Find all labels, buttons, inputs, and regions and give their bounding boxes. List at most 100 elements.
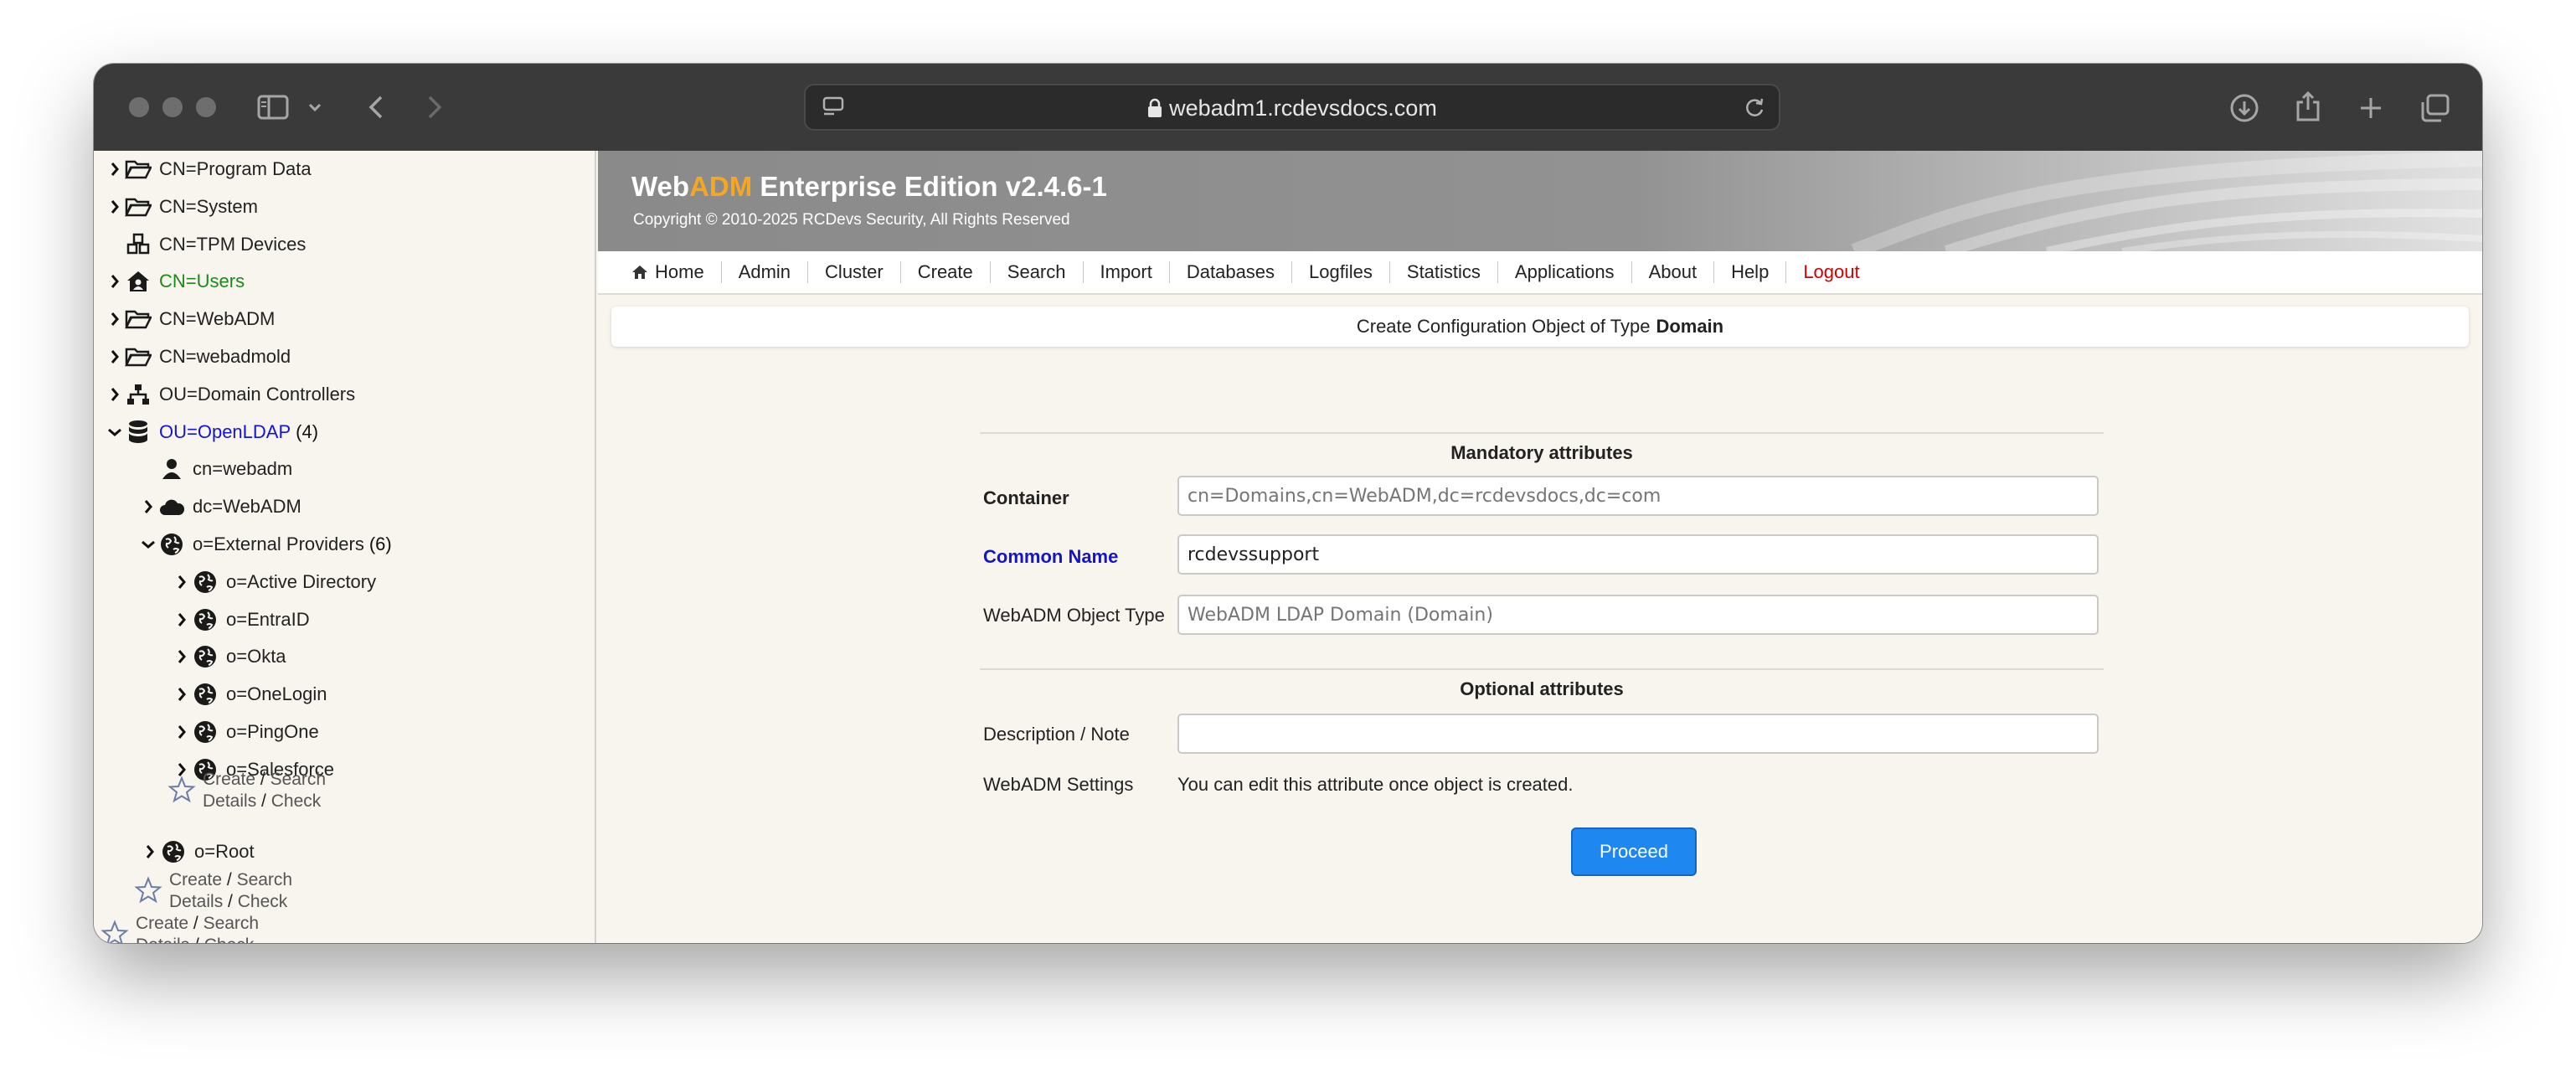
container-input[interactable] bbox=[1177, 476, 2099, 516]
tree-item[interactable]: o=EntraID bbox=[173, 601, 310, 638]
chevron-right-icon[interactable] bbox=[139, 499, 157, 514]
search-link[interactable]: Search bbox=[270, 770, 327, 789]
tree-item-label[interactable]: o=OneLogin bbox=[226, 683, 327, 705]
tree-item[interactable]: CN=Users bbox=[106, 263, 245, 300]
chevron-right-icon[interactable] bbox=[173, 649, 191, 664]
menu-cluster[interactable]: Cluster bbox=[808, 261, 901, 283]
menu-about[interactable]: About bbox=[1632, 261, 1715, 283]
tree-item[interactable]: CN=WebADM bbox=[106, 301, 275, 338]
details-link[interactable]: Details bbox=[136, 936, 189, 943]
tree-item[interactable]: o=OneLogin bbox=[173, 676, 327, 713]
search-link[interactable]: Search bbox=[237, 870, 293, 889]
tree-item-label[interactable]: o=EntraID bbox=[226, 609, 310, 631]
chevron-right-icon[interactable] bbox=[106, 349, 124, 364]
menu-applications[interactable]: Applications bbox=[1498, 261, 1632, 283]
create-link[interactable]: Create bbox=[203, 770, 255, 789]
search-link[interactable]: Search bbox=[204, 914, 260, 933]
tree-item[interactable]: o=Active Directory bbox=[173, 564, 376, 601]
menu-home[interactable]: Home bbox=[615, 261, 722, 283]
menu-logfiles[interactable]: Logfiles bbox=[1292, 261, 1390, 283]
chevron-right-icon[interactable] bbox=[106, 387, 124, 402]
tree-item[interactable]: CN=Program Data bbox=[106, 151, 312, 188]
menu-statistics[interactable]: Statistics bbox=[1390, 261, 1498, 283]
menu-logout[interactable]: Logout bbox=[1786, 261, 1876, 283]
zoom-window-icon[interactable] bbox=[196, 97, 216, 117]
chevron-right-icon[interactable] bbox=[173, 724, 191, 740]
menu-search[interactable]: Search bbox=[991, 261, 1084, 283]
tree-item-label[interactable]: CN=Users bbox=[159, 271, 245, 292]
create-link[interactable]: Create bbox=[136, 914, 188, 933]
tab-overview-icon[interactable] bbox=[2419, 92, 2452, 124]
menu-admin[interactable]: Admin bbox=[722, 261, 809, 283]
tree-item-label[interactable]: OU=Domain Controllers bbox=[159, 384, 355, 405]
tree-item[interactable]: CN=webadmold bbox=[106, 338, 291, 375]
share-icon[interactable] bbox=[2291, 89, 2325, 124]
back-icon[interactable] bbox=[363, 92, 389, 122]
chevron-right-icon[interactable] bbox=[141, 844, 159, 859]
tree-item[interactable]: CN=System bbox=[106, 188, 258, 225]
tree-item[interactable]: o=External Providers (6) bbox=[139, 526, 392, 563]
menu-import[interactable]: Import bbox=[1084, 261, 1170, 283]
menu-create[interactable]: Create bbox=[901, 261, 991, 283]
tree-item[interactable]: OU=Domain Controllers bbox=[106, 376, 355, 413]
address-bar[interactable]: webadm1.rcdevsdocs.com bbox=[804, 84, 1780, 131]
browser-window: webadm1.rcdevsdocs.com CN=Program Data CN… bbox=[94, 64, 2482, 943]
chevron-right-icon[interactable] bbox=[106, 199, 124, 214]
common-name-input[interactable] bbox=[1177, 534, 2099, 575]
tree-item-label[interactable]: cn=webadm bbox=[193, 458, 292, 480]
proceed-button[interactable]: Proceed bbox=[1571, 827, 1697, 876]
optional-section-title: Optional attributes bbox=[1460, 678, 1624, 699]
check-link[interactable]: Check bbox=[271, 791, 322, 811]
tree-item[interactable]: cn=webadm bbox=[139, 451, 292, 487]
tree-item-label[interactable]: CN=webadmold bbox=[159, 346, 291, 368]
create-link[interactable]: Create bbox=[169, 870, 222, 889]
chevron-down-icon[interactable] bbox=[106, 427, 124, 437]
forward-icon[interactable] bbox=[422, 92, 447, 122]
chevron-right-icon[interactable] bbox=[106, 274, 124, 289]
home-icon bbox=[632, 265, 647, 279]
tree-item-label[interactable]: CN=System bbox=[159, 196, 258, 218]
tree-item-label[interactable]: OU=OpenLDAP bbox=[159, 421, 291, 443]
tree-item[interactable]: OU=OpenLDAP (4) bbox=[106, 414, 318, 451]
new-tab-icon[interactable] bbox=[2355, 92, 2387, 124]
link-separator: / bbox=[226, 870, 232, 889]
chevron-down-icon[interactable] bbox=[305, 97, 325, 117]
tree-item[interactable]: o=PingOne bbox=[173, 714, 319, 750]
menu-home-label[interactable]: Home bbox=[655, 261, 704, 283]
tree-item[interactable]: dc=WebADM bbox=[139, 488, 301, 525]
tree-item[interactable]: CN=TPM Devices bbox=[106, 226, 306, 263]
minimize-window-icon[interactable] bbox=[162, 97, 183, 117]
tree-item[interactable]: o=Okta bbox=[173, 638, 286, 675]
tree-item-label[interactable]: o=External Providers bbox=[193, 534, 364, 555]
close-window-icon[interactable] bbox=[129, 97, 149, 117]
details-link[interactable]: Details bbox=[169, 892, 223, 911]
globe-icon bbox=[191, 607, 219, 632]
menu-help[interactable]: Help bbox=[1714, 261, 1787, 283]
tree-item-label[interactable]: CN=TPM Devices bbox=[159, 234, 306, 255]
check-link[interactable]: Check bbox=[238, 892, 288, 911]
tree-item-label[interactable]: CN=WebADM bbox=[159, 308, 275, 330]
sidebar-toggle-icon[interactable] bbox=[256, 92, 290, 122]
chevron-right-icon[interactable] bbox=[173, 575, 191, 590]
tree-item-root[interactable]: o=Root bbox=[141, 833, 255, 870]
tree-item-label[interactable]: o=Root bbox=[194, 841, 255, 863]
common-name-label: Common Name bbox=[983, 546, 1119, 567]
tree-item-label[interactable]: dc=WebADM bbox=[193, 496, 301, 518]
globe-icon bbox=[191, 570, 219, 595]
chevron-right-icon[interactable] bbox=[173, 687, 191, 702]
details-link[interactable]: Details bbox=[203, 791, 256, 811]
description-input[interactable] bbox=[1177, 714, 2099, 754]
chevron-right-icon[interactable] bbox=[106, 162, 124, 177]
check-link[interactable]: Check bbox=[204, 936, 255, 943]
chevron-right-icon[interactable] bbox=[106, 312, 124, 327]
chevron-right-icon[interactable] bbox=[173, 612, 191, 627]
tree-item-label[interactable]: CN=Program Data bbox=[159, 158, 312, 180]
chevron-down-icon[interactable] bbox=[139, 539, 157, 549]
download-icon[interactable] bbox=[2228, 92, 2261, 124]
tree-item-label[interactable]: o=Active Directory bbox=[226, 571, 376, 593]
menu-databases[interactable]: Databases bbox=[1170, 261, 1293, 283]
object-type-input[interactable] bbox=[1177, 595, 2099, 635]
tree-item-label[interactable]: o=PingOne bbox=[226, 721, 319, 743]
tree-item-label[interactable]: o=Okta bbox=[226, 646, 286, 668]
reload-icon[interactable] bbox=[1742, 95, 1767, 121]
